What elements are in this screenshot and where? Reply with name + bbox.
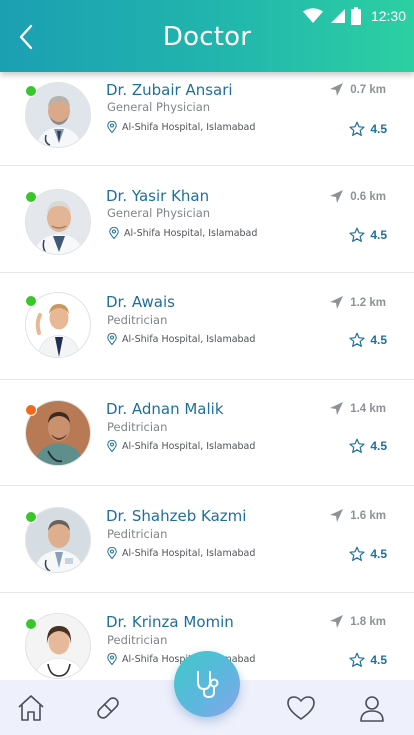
distance-text: 0.6 km [350, 190, 386, 203]
doctor-specialty: Peditrician [107, 420, 168, 434]
location-pin-icon [107, 440, 117, 452]
hospital-text: Al-Shifa Hospital, Islamabad [122, 440, 256, 452]
rating-text: 4.5 [370, 122, 387, 136]
navigation-arrow-icon [330, 83, 344, 96]
doctor-distance: 1.2 km [329, 295, 386, 310]
doctor-row[interactable]: Dr. Adnan Malik Peditrician Al-Shifa Hos… [0, 380, 414, 486]
star-icon [349, 546, 365, 561]
doctor-distance: 1.4 km [329, 401, 386, 416]
doctor-name[interactable]: Dr. Yasir Khan [106, 187, 209, 205]
navigation-arrow-icon [330, 190, 344, 203]
navigation-arrow-icon [330, 402, 344, 415]
status-indicator [25, 618, 37, 630]
doctor-distance: 0.7 km [329, 82, 386, 97]
location-pin-icon [107, 121, 117, 133]
status-indicator [25, 404, 37, 416]
nav-home-button[interactable] [15, 692, 47, 724]
doctor-fab-button[interactable] [174, 651, 240, 717]
stethoscope-icon [197, 671, 219, 699]
rating-text: 4.5 [370, 547, 387, 561]
navigation-arrow-icon [330, 615, 344, 628]
heart-icon [287, 696, 315, 720]
pill-icon [97, 697, 119, 719]
doctor-specialty: Peditrician [107, 633, 168, 647]
rating-text: 4.5 [370, 653, 387, 667]
doctor-row[interactable]: Dr. Yasir Khan General Physician Al-Shif… [0, 167, 414, 273]
location-pin-icon [107, 333, 117, 345]
doctor-rating: 4.5 [349, 546, 387, 562]
doctor-row[interactable]: Dr. Shahzeb Kazmi Peditrician Al-Shifa H… [0, 487, 414, 593]
star-icon [349, 652, 365, 667]
page-title: Doctor [162, 22, 252, 52]
doctor-row[interactable]: Dr. Awais Peditrician Al-Shifa Hospital,… [0, 274, 414, 380]
status-indicator [25, 511, 37, 523]
doctor-rating: 4.5 [349, 438, 387, 454]
doctor-name[interactable]: Dr. Zubair Ansari [106, 81, 233, 99]
profile-icon [360, 696, 384, 722]
star-icon [349, 227, 365, 242]
doctor-specialty: Peditrician [107, 527, 168, 541]
doctor-hospital: Al-Shifa Hospital, Islamabad [107, 121, 255, 133]
distance-text: 0.7 km [350, 83, 386, 96]
nav-pharmacy-button[interactable] [92, 692, 124, 724]
doctor-rating: 4.5 [349, 227, 387, 243]
rating-text: 4.5 [370, 333, 387, 347]
doctor-rating: 4.5 [349, 121, 387, 137]
doctor-hospital: Al-Shifa Hospital, Islamabad [107, 440, 255, 452]
doctor-name[interactable]: Dr. Adnan Malik [106, 400, 224, 418]
location-pin-icon [109, 227, 119, 239]
distance-text: 1.6 km [350, 509, 386, 522]
doctor-hospital: Al-Shifa Hospital, Islamabad [107, 333, 255, 345]
location-pin-icon [107, 653, 117, 665]
rating-text: 4.5 [370, 228, 387, 242]
nav-favorites-button[interactable] [285, 692, 317, 724]
navigation-arrow-icon [330, 509, 344, 522]
hospital-text: Al-Shifa Hospital, Islamabad [122, 121, 256, 133]
navigation-arrow-icon [330, 296, 344, 309]
doctor-name[interactable]: Dr. Krinza Momin [106, 613, 234, 631]
doctor-specialty: General Physician [107, 206, 211, 220]
doctor-distance: 0.6 km [329, 189, 386, 204]
status-indicator [25, 85, 37, 97]
doctor-row[interactable]: Dr. Zubair Ansari General Physician Al-S… [0, 60, 414, 166]
doctor-specialty: Peditrician [107, 313, 168, 327]
doctor-hospital: Al-Shifa Hospital, Islamabad [109, 227, 257, 239]
doctor-rating: 4.5 [349, 652, 387, 668]
doctor-rating: 4.5 [349, 332, 387, 348]
location-pin-icon [107, 547, 117, 559]
app-header: 12:30 Doctor [0, 0, 414, 72]
distance-text: 1.8 km [350, 615, 386, 628]
rating-text: 4.5 [370, 439, 387, 453]
nav-profile-button[interactable] [356, 692, 388, 724]
star-icon [349, 121, 365, 136]
doctor-distance: 1.8 km [329, 614, 386, 629]
distance-text: 1.4 km [350, 402, 386, 415]
distance-text: 1.2 km [350, 296, 386, 309]
hospital-text: Al-Shifa Hospital, Islamabad [122, 547, 256, 559]
doctor-name[interactable]: Dr. Awais [106, 293, 175, 311]
status-indicator [25, 191, 37, 203]
star-icon [349, 332, 365, 347]
doctor-name[interactable]: Dr. Shahzeb Kazmi [106, 507, 246, 525]
doctor-specialty: General Physician [107, 100, 211, 114]
hospital-text: Al-Shifa Hospital, Islamabad [124, 227, 258, 239]
home-icon [18, 695, 44, 721]
doctor-distance: 1.6 km [329, 508, 386, 523]
status-indicator [25, 295, 37, 307]
star-icon [349, 438, 365, 453]
hospital-text: Al-Shifa Hospital, Islamabad [122, 333, 256, 345]
doctor-hospital: Al-Shifa Hospital, Islamabad [107, 547, 255, 559]
